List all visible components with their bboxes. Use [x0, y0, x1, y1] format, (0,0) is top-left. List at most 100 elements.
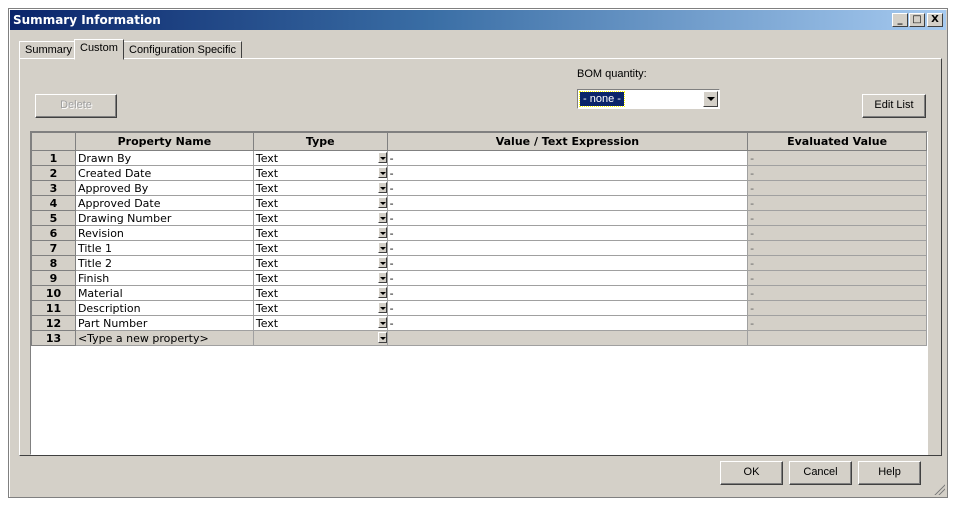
value-expression-cell[interactable]: -	[386, 315, 749, 331]
column-header-type[interactable]: Type	[252, 132, 388, 151]
type-cell[interactable]: Text	[252, 195, 388, 211]
value-expression-cell[interactable]: -	[386, 165, 749, 181]
type-cell[interactable]: Text	[252, 225, 388, 241]
column-header-value[interactable]: Value / Text Expression	[386, 132, 749, 151]
property-name-cell[interactable]: Drawing Number	[74, 210, 254, 226]
help-button[interactable]: Help	[858, 461, 921, 485]
row-number-text: 4	[49, 196, 58, 210]
column-header-property-name[interactable]: Property Name	[74, 132, 254, 151]
chevron-down-icon[interactable]	[377, 317, 387, 328]
property-name-cell[interactable]: Title 1	[74, 240, 254, 256]
type-cell[interactable]	[252, 330, 388, 346]
value-expression-cell-text: -	[389, 286, 394, 300]
type-cell[interactable]: Text	[252, 180, 388, 196]
evaluated-value-cell: -	[747, 150, 927, 166]
title-bar[interactable]: Summary Information _ □ X	[10, 10, 946, 30]
resize-grip-icon[interactable]	[933, 483, 945, 495]
table-row[interactable]: 7 Title 1 Text - -	[31, 240, 927, 256]
property-name-cell-text: <Type a new property>	[77, 331, 209, 345]
row-number: 9	[31, 270, 76, 286]
chevron-down-icon[interactable]	[377, 182, 387, 193]
chevron-down-icon[interactable]	[377, 197, 387, 208]
chevron-down-icon[interactable]	[377, 332, 387, 343]
type-cell[interactable]: Text	[252, 165, 388, 181]
property-name-cell[interactable]: Drawn By	[74, 150, 254, 166]
table-row[interactable]: 9 Finish Text - -	[31, 270, 927, 286]
value-expression-cell[interactable]: -	[386, 300, 749, 316]
table-row[interactable]: 8 Title 2 Text - -	[31, 255, 927, 271]
corner-header[interactable]	[31, 132, 76, 151]
type-cell-text: Text	[255, 166, 279, 180]
value-expression-cell[interactable]: -	[386, 255, 749, 271]
chevron-down-icon[interactable]	[703, 91, 718, 107]
tab-custom[interactable]: Custom	[74, 39, 124, 60]
value-expression-cell[interactable]: -	[386, 210, 749, 226]
property-name-cell[interactable]: Approved By	[74, 180, 254, 196]
table-row[interactable]: 5 Drawing Number Text - -	[31, 210, 927, 226]
chevron-down-icon[interactable]	[377, 302, 387, 313]
chevron-down-icon[interactable]	[377, 152, 387, 163]
table-row[interactable]: 1 Drawn By Text - -	[31, 150, 927, 166]
minimize-button[interactable]: _	[892, 13, 908, 27]
type-cell[interactable]: Text	[252, 240, 388, 256]
tab-summary[interactable]: Summary	[19, 41, 79, 59]
type-cell[interactable]: Text	[252, 300, 388, 316]
property-name-cell[interactable]: Title 2	[74, 255, 254, 271]
edit-list-button[interactable]: Edit List	[862, 94, 926, 118]
value-expression-cell[interactable]: -	[386, 285, 749, 301]
property-name-cell[interactable]: Revision	[74, 225, 254, 241]
evaluated-value-cell-text: -	[750, 181, 755, 195]
property-name-cell[interactable]: Material	[74, 285, 254, 301]
type-cell[interactable]: Text	[252, 270, 388, 286]
value-expression-cell[interactable]: -	[386, 240, 749, 256]
type-cell[interactable]: Text	[252, 285, 388, 301]
property-name-cell[interactable]: Finish	[74, 270, 254, 286]
maximize-button[interactable]: □	[909, 13, 925, 27]
bom-quantity-label: BOM quantity:	[577, 68, 647, 80]
value-expression-cell[interactable]: -	[386, 180, 749, 196]
table-row[interactable]: 6 Revision Text - -	[31, 225, 927, 241]
value-expression-cell[interactable]: -	[386, 195, 749, 211]
property-name-cell[interactable]: Description	[74, 300, 254, 316]
row-number: 3	[31, 180, 76, 196]
ok-button[interactable]: OK	[720, 461, 783, 485]
evaluated-value-cell: -	[747, 315, 927, 331]
property-name-cell[interactable]: Approved Date	[74, 195, 254, 211]
value-expression-cell[interactable]: -	[386, 225, 749, 241]
close-button[interactable]: X	[927, 13, 943, 27]
row-number-text: 2	[49, 166, 58, 180]
value-expression-cell[interactable]	[386, 330, 749, 346]
properties-grid[interactable]: Property Name Type Value / Text Expressi…	[30, 131, 928, 455]
table-row[interactable]: 3 Approved By Text - -	[31, 180, 927, 196]
tab-configuration-specific[interactable]: Configuration Specific	[123, 41, 243, 59]
type-cell[interactable]: Text	[252, 315, 388, 331]
table-row[interactable]: 2 Created Date Text - -	[31, 165, 927, 181]
chevron-down-icon[interactable]	[377, 257, 387, 268]
value-expression-cell[interactable]: -	[386, 150, 749, 166]
property-name-cell[interactable]: <Type a new property>	[74, 330, 254, 346]
type-cell[interactable]: Text	[252, 255, 388, 271]
new-property-row[interactable]: 13 <Type a new property>	[31, 330, 927, 346]
chevron-down-icon[interactable]	[377, 227, 387, 238]
chevron-down-icon[interactable]	[377, 287, 387, 298]
table-row[interactable]: 4 Approved Date Text - -	[31, 195, 927, 211]
type-cell[interactable]: Text	[252, 150, 388, 166]
table-row[interactable]: 10 Material Text - -	[31, 285, 927, 301]
delete-button[interactable]: Delete	[35, 94, 117, 118]
property-name-cell[interactable]: Created Date	[74, 165, 254, 181]
chevron-down-icon[interactable]	[377, 272, 387, 283]
table-row[interactable]: 11 Description Text - -	[31, 300, 927, 316]
value-expression-cell[interactable]: -	[386, 270, 749, 286]
property-name-cell-text: Drawing Number	[77, 211, 172, 225]
evaluated-value-cell-text: -	[750, 211, 755, 225]
chevron-down-icon[interactable]	[377, 242, 387, 253]
property-name-cell[interactable]: Part Number	[74, 315, 254, 331]
table-row[interactable]: 12 Part Number Text - -	[31, 315, 927, 331]
chevron-down-icon[interactable]	[377, 212, 387, 223]
chevron-down-icon[interactable]	[377, 167, 387, 178]
bom-quantity-select[interactable]: - none -	[577, 89, 720, 109]
type-cell[interactable]: Text	[252, 210, 388, 226]
column-header-evaluated-value[interactable]: Evaluated Value	[747, 132, 927, 151]
cancel-button[interactable]: Cancel	[789, 461, 852, 485]
value-expression-cell-text: -	[389, 211, 394, 225]
